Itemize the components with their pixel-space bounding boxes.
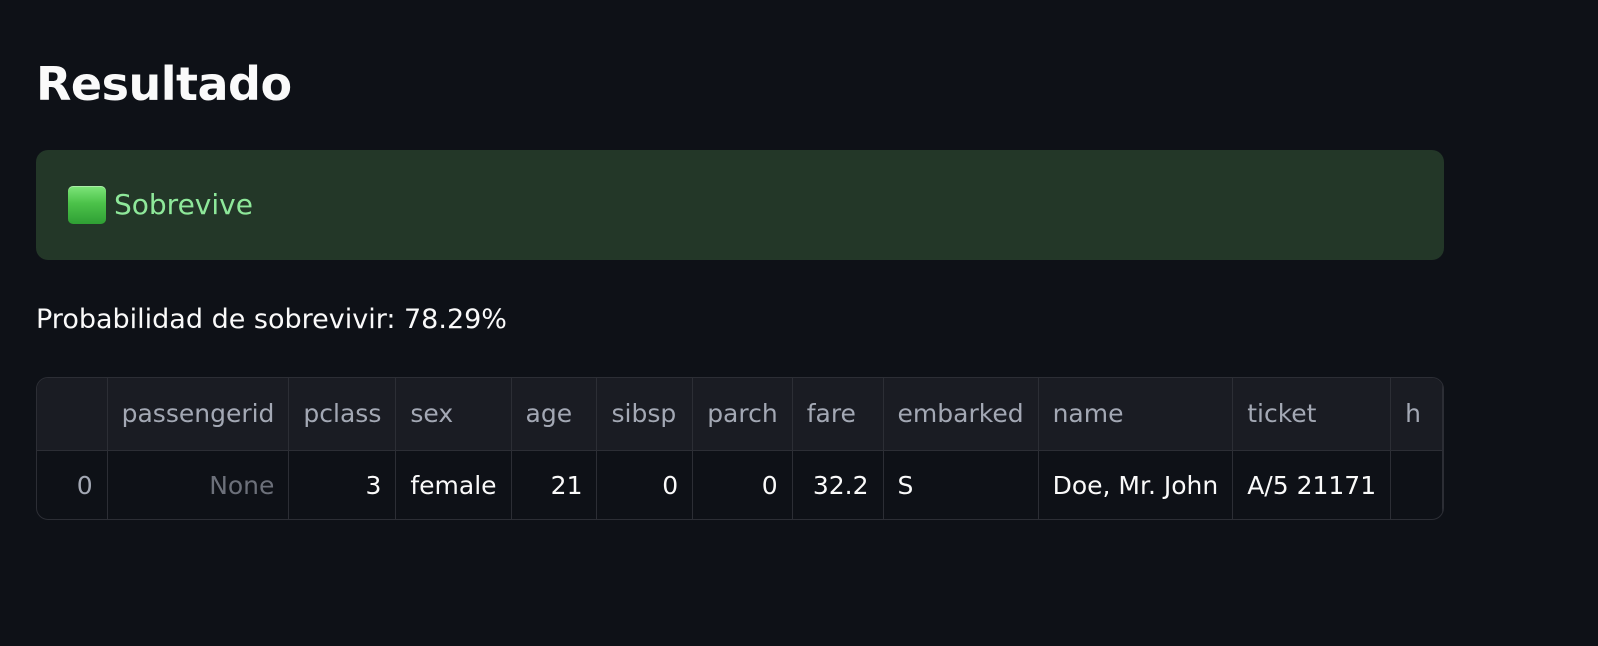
table-cell[interactable]: 3: [288, 450, 397, 519]
column-header-fare[interactable]: fare: [792, 378, 884, 451]
column-header-name[interactable]: name: [1038, 378, 1234, 451]
table-cell[interactable]: None: [107, 450, 290, 519]
success-alert: Sobrevive: [36, 150, 1444, 260]
table-cell[interactable]: 21: [511, 450, 598, 519]
green-square-icon: [68, 186, 106, 224]
column-header-ticket[interactable]: ticket: [1232, 378, 1392, 451]
table-header-row: passengerid pclass sex age sibsp parch f…: [37, 378, 1443, 451]
dataframe[interactable]: passengerid pclass sex age sibsp parch f…: [36, 377, 1444, 520]
column-header-passengerid[interactable]: passengerid: [107, 378, 290, 451]
column-header-age[interactable]: age: [511, 378, 598, 451]
table-cell[interactable]: A/5 21171: [1232, 450, 1392, 519]
table-cell[interactable]: [1390, 450, 1443, 519]
table-cell[interactable]: S: [883, 450, 1039, 519]
column-header-truncated[interactable]: h: [1390, 378, 1443, 451]
probability-text: Probabilidad de sobrevivir: 78.29%: [36, 304, 507, 335]
column-header-index[interactable]: [37, 378, 108, 451]
table-cell[interactable]: 0: [596, 450, 694, 519]
table-row: 0 None 3 female 21 0 0 32.2 S Doe, Mr. J…: [37, 450, 1443, 519]
page: Resultado Sobrevive Probabilidad de sobr…: [0, 0, 1598, 646]
column-header-embarked[interactable]: embarked: [883, 378, 1039, 451]
column-header-pclass[interactable]: pclass: [288, 378, 397, 451]
column-header-sibsp[interactable]: sibsp: [596, 378, 694, 451]
alert-label: Sobrevive: [114, 188, 253, 221]
table-cell[interactable]: 32.2: [792, 450, 884, 519]
page-title: Resultado: [36, 57, 292, 111]
column-header-parch[interactable]: parch: [692, 378, 793, 451]
data-table: passengerid pclass sex age sibsp parch f…: [37, 378, 1443, 519]
table-cell[interactable]: 0: [692, 450, 793, 519]
column-header-sex[interactable]: sex: [395, 378, 512, 451]
table-cell[interactable]: female: [395, 450, 512, 519]
table-cell[interactable]: 0: [37, 450, 108, 519]
table-cell[interactable]: Doe, Mr. John: [1038, 450, 1234, 519]
